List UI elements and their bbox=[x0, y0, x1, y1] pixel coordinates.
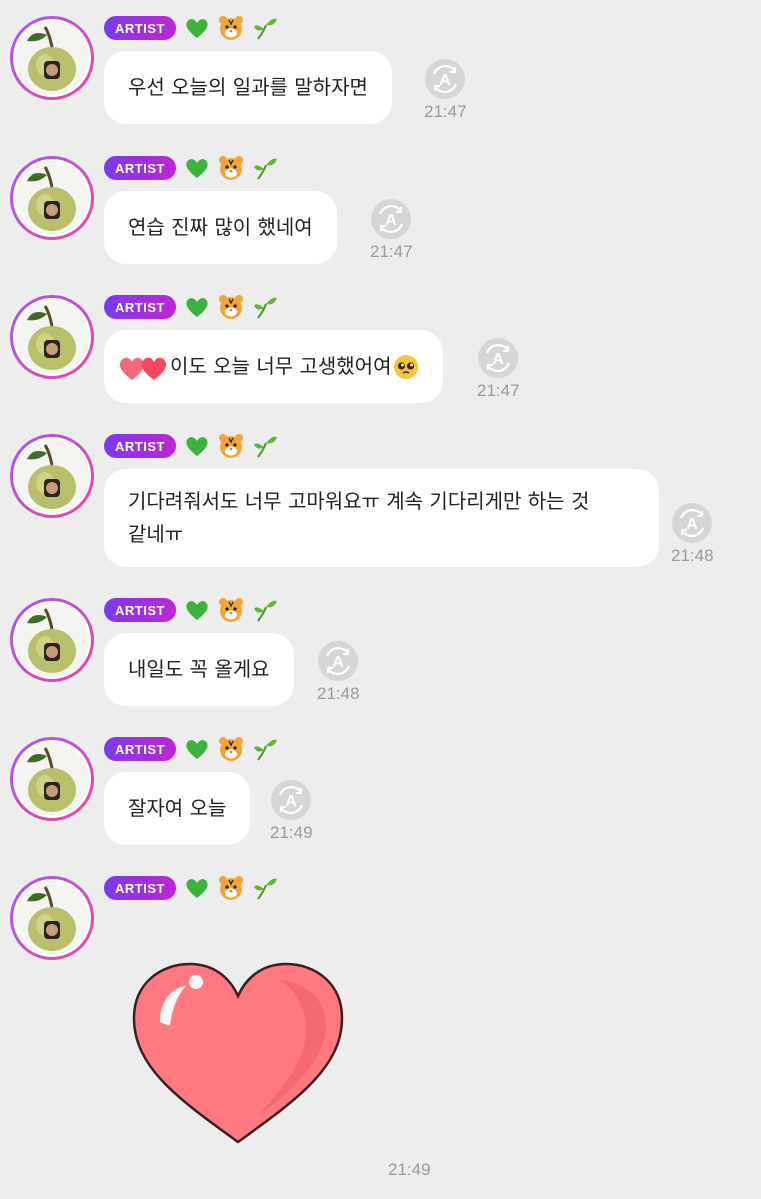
pleading-face-icon bbox=[394, 354, 419, 379]
tiger-face-icon bbox=[218, 434, 243, 458]
message-text: 우선 오늘의 일과를 말하자면 bbox=[128, 75, 368, 99]
message-meta: A 21:48 bbox=[671, 502, 714, 566]
avatar[interactable] bbox=[10, 295, 94, 379]
green-heart-icon bbox=[186, 879, 208, 898]
message-bubble[interactable]: 연습 진짜 많이 했네여 bbox=[104, 191, 337, 264]
tiger-face-icon bbox=[218, 16, 243, 40]
message-header: ARTIST bbox=[104, 735, 278, 763]
message-time: 21:47 bbox=[370, 242, 413, 261]
chat-thread: ARTIST 우선 오늘의 일과를 말하자면 A 21:47 ARTIST 연습… bbox=[0, 0, 761, 1199]
message-time: 21:47 bbox=[424, 102, 467, 121]
message-time: 21:49 bbox=[270, 823, 313, 842]
seedling-icon bbox=[253, 158, 277, 180]
message-text: 이도 오늘 너무 고생했어여 bbox=[170, 354, 392, 378]
message-bubble[interactable]: 우선 오늘의 일과를 말하자면 bbox=[104, 51, 392, 124]
seedling-icon bbox=[253, 739, 277, 761]
translate-icon[interactable]: A bbox=[270, 779, 312, 821]
seedling-icon bbox=[253, 600, 277, 622]
artist-badge: ARTIST bbox=[104, 737, 176, 761]
message-meta: A 21:47 bbox=[370, 198, 413, 262]
svg-text:A: A bbox=[285, 793, 297, 810]
message-bubble[interactable]: 이도 오늘 너무 고생했어여 bbox=[104, 330, 444, 403]
message-bubble[interactable]: 내일도 꼭 올게요 bbox=[104, 633, 294, 706]
message-text: 내일도 꼭 올게요 bbox=[128, 657, 270, 681]
seedling-icon bbox=[253, 436, 277, 458]
message-bubble[interactable]: 기다려줘서도 너무 고마워요ㅠ 계속 기다리게만 하는 것 같네ㅠ bbox=[104, 469, 659, 567]
tiger-face-icon bbox=[218, 876, 243, 900]
avatar[interactable] bbox=[10, 737, 94, 821]
green-heart-icon bbox=[186, 159, 208, 178]
avatar[interactable] bbox=[10, 16, 94, 100]
seedling-icon bbox=[253, 297, 277, 319]
translate-icon[interactable]: A bbox=[671, 502, 713, 544]
message-text-line: 같네ㅠ bbox=[128, 522, 184, 546]
avatar[interactable] bbox=[10, 434, 94, 518]
message-time: 21:47 bbox=[477, 381, 520, 400]
svg-text:A: A bbox=[385, 212, 397, 229]
heart-sticker[interactable] bbox=[130, 960, 346, 1150]
green-heart-icon bbox=[186, 298, 208, 317]
message-time: 21:48 bbox=[317, 684, 360, 703]
message-text: 잘자여 오늘 bbox=[128, 796, 227, 820]
seedling-icon bbox=[253, 18, 277, 40]
svg-text:A: A bbox=[492, 351, 504, 368]
tiger-face-icon bbox=[218, 156, 243, 180]
message-meta: A 21:47 bbox=[424, 58, 467, 122]
message-header: ARTIST bbox=[104, 293, 278, 321]
avatar[interactable] bbox=[10, 156, 94, 240]
svg-text:A: A bbox=[686, 516, 698, 533]
artist-badge: ARTIST bbox=[104, 876, 176, 900]
message-time: 21:49 bbox=[388, 1160, 431, 1179]
artist-badge: ARTIST bbox=[104, 434, 176, 458]
svg-text:A: A bbox=[332, 654, 344, 671]
translate-icon[interactable]: A bbox=[370, 198, 412, 240]
tiger-face-icon bbox=[218, 295, 243, 319]
message-header: ARTIST bbox=[104, 596, 278, 624]
message-bubble[interactable]: 잘자여 오늘 bbox=[104, 772, 251, 845]
avatar[interactable] bbox=[10, 876, 94, 960]
message-header: ARTIST bbox=[104, 874, 278, 902]
message-header: ARTIST bbox=[104, 14, 278, 42]
svg-text:A: A bbox=[439, 72, 451, 89]
green-heart-icon bbox=[186, 437, 208, 456]
tiger-face-icon bbox=[218, 737, 243, 761]
message-meta: A 21:49 bbox=[270, 779, 313, 843]
message-text-line: 기다려줘서도 너무 고마워요ㅠ 계속 기다리게만 하는 것 bbox=[128, 489, 590, 513]
green-heart-icon bbox=[186, 740, 208, 759]
translate-icon[interactable]: A bbox=[424, 58, 466, 100]
message-text: 연습 진짜 많이 했네여 bbox=[128, 215, 313, 239]
message-header: ARTIST bbox=[104, 432, 278, 460]
artist-badge: ARTIST bbox=[104, 16, 176, 40]
message-time: 21:48 bbox=[671, 546, 714, 565]
translate-icon[interactable]: A bbox=[477, 337, 519, 379]
artist-badge: ARTIST bbox=[104, 295, 176, 319]
green-heart-icon bbox=[186, 601, 208, 620]
seedling-icon bbox=[253, 878, 277, 900]
green-heart-icon bbox=[186, 19, 208, 38]
translate-icon[interactable]: A bbox=[317, 640, 359, 682]
message-meta: A 21:48 bbox=[317, 640, 360, 704]
message-header: ARTIST bbox=[104, 154, 278, 182]
avatar[interactable] bbox=[10, 598, 94, 682]
artist-badge: ARTIST bbox=[104, 156, 176, 180]
artist-badge: ARTIST bbox=[104, 598, 176, 622]
message-meta: A 21:47 bbox=[477, 337, 520, 401]
tiger-face-icon bbox=[218, 598, 243, 622]
redacted-name-hearts bbox=[118, 352, 170, 382]
